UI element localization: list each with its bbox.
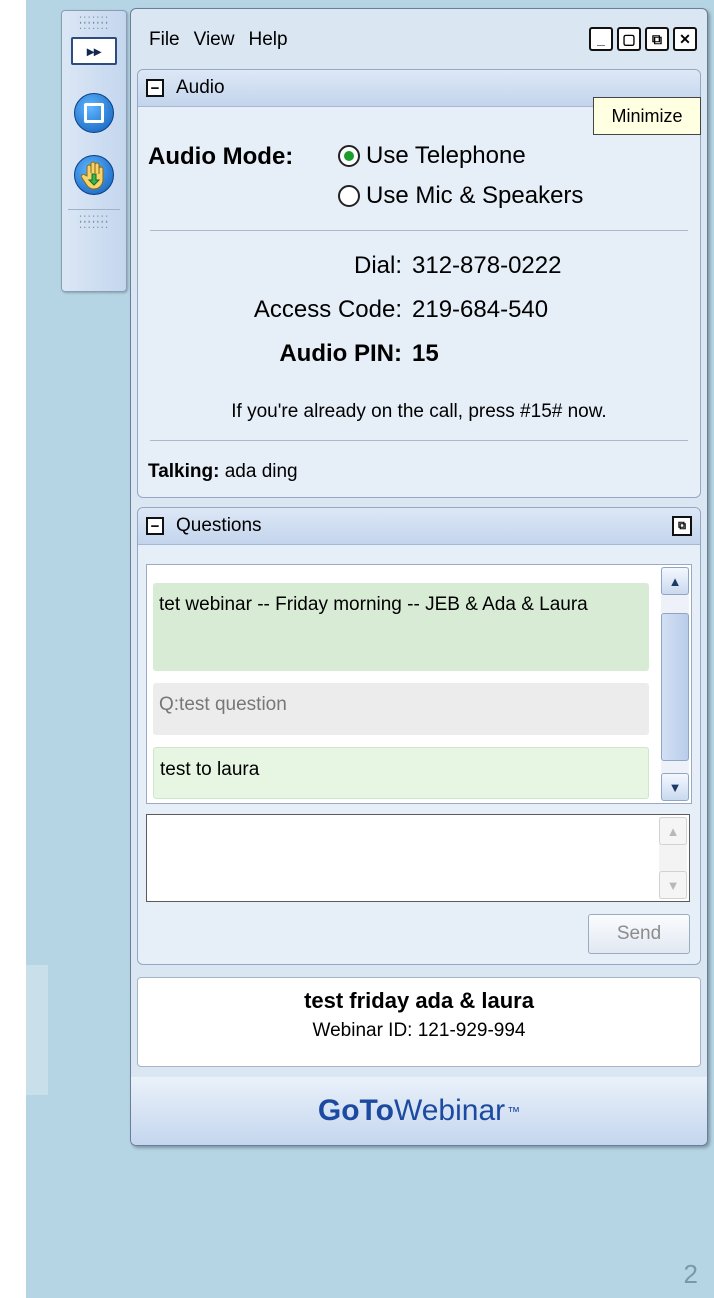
radio-unselected-icon[interactable] (338, 185, 360, 207)
access-code-row: Access Code: 219-684-540 (138, 296, 548, 324)
audio-panel-title: Audio (176, 77, 225, 98)
grip-handle-top[interactable]: :::::::::::::: (62, 11, 126, 33)
input-scroll-up-icon[interactable]: ▲ (659, 817, 687, 845)
radio-selected-icon[interactable] (338, 145, 360, 167)
show-screen-icon[interactable] (74, 93, 114, 133)
close-button[interactable]: ✕ (673, 27, 697, 51)
control-grab-tab[interactable]: :::::::::::::: ▸▸ :::::::::::::: (61, 10, 127, 292)
dial-row: Dial: 312-878-0222 (138, 252, 561, 280)
questions-panel: − Questions ⧉ tet webinar -- Friday morn… (137, 507, 701, 965)
access-code-label: Access Code: (253, 296, 402, 323)
control-panel-window: File View Help _ ▢ ⧉ ✕ Minimize − Audio … (130, 8, 708, 1146)
audio-mode-label: Audio Mode: (148, 143, 294, 170)
audio-pin-row: Audio PIN: 15 (138, 340, 439, 368)
brand-logo: GoTo Webinar ™ (131, 1077, 707, 1145)
audio-divider-1 (150, 230, 688, 231)
audio-divider-2 (150, 440, 688, 441)
talking-value: ada ding (224, 461, 298, 482)
scroll-down-icon[interactable]: ▼ (661, 773, 689, 801)
questions-scrollbar[interactable]: ▲ ▼ (661, 567, 689, 801)
question-item[interactable]: test to laura (153, 747, 649, 799)
question-input[interactable]: ▲ ▼ (146, 814, 690, 902)
audio-pin-label: Audio PIN: (279, 340, 402, 367)
window-controls: _ ▢ ⧉ ✕ (589, 27, 697, 51)
question-item[interactable]: Q:test question (153, 683, 649, 735)
popout-button[interactable]: ⧉ (645, 27, 669, 51)
brand-tm: ™ (507, 1103, 521, 1119)
talking-label: Talking: (148, 461, 220, 482)
menu-bar: File View Help (149, 29, 288, 51)
slide-page-number: 2 (683, 1259, 698, 1289)
questions-log[interactable]: tet webinar -- Friday morning -- JEB & A… (146, 564, 692, 804)
webinar-id: Webinar ID: 121-929-994 (312, 1020, 526, 1041)
raise-hand-icon[interactable] (74, 155, 114, 195)
radio-mic-label: Use Mic & Speakers (366, 182, 584, 209)
slide-decoration (26, 965, 48, 1095)
question-item[interactable]: tet webinar -- Friday morning -- JEB & A… (153, 583, 649, 671)
questions-panel-title: Questions (176, 515, 262, 536)
webinar-info: test friday ada & laura Webinar ID: 121-… (137, 977, 701, 1067)
input-scrollbar[interactable]: ▲ ▼ (659, 817, 687, 899)
questions-panel-header[interactable]: − Questions (138, 508, 700, 545)
brand-goto: GoTo (317, 1094, 394, 1127)
send-button[interactable]: Send (588, 914, 690, 954)
collapse-audio-icon[interactable]: − (146, 79, 164, 97)
dial-label: Dial: (353, 252, 402, 279)
radio-use-telephone[interactable]: Use Telephone (338, 142, 526, 170)
scroll-up-icon[interactable]: ▲ (661, 567, 689, 595)
input-scroll-down-icon[interactable]: ▼ (659, 871, 687, 899)
audio-pin-value: 15 (412, 340, 439, 367)
menu-view[interactable]: View (194, 29, 235, 51)
menu-file[interactable]: File (149, 29, 180, 51)
call-instruction-note: If you're already on the call, press #15… (231, 401, 607, 422)
minimize-tooltip: Minimize (593, 97, 701, 135)
dial-value: 312-878-0222 (412, 252, 562, 279)
access-code-value: 219-684-540 (412, 296, 549, 323)
restore-button[interactable]: ▢ (617, 27, 641, 51)
minimize-button[interactable]: _ (589, 27, 613, 51)
grip-handle-bottom[interactable]: :::::::::::::: (62, 210, 126, 232)
talking-status: Talking: ada ding (148, 461, 298, 483)
brand-webinar: Webinar (393, 1094, 506, 1127)
radio-telephone-label: Use Telephone (366, 142, 526, 169)
popout-questions-icon[interactable]: ⧉ (672, 516, 692, 536)
menu-help[interactable]: Help (248, 29, 287, 51)
scroll-thumb[interactable] (661, 613, 689, 761)
collapse-questions-icon[interactable]: − (146, 517, 164, 535)
radio-use-mic-speakers[interactable]: Use Mic & Speakers (338, 182, 583, 210)
expand-panel-button[interactable]: ▸▸ (71, 37, 117, 65)
webinar-title: test friday ada & laura (304, 988, 534, 1013)
